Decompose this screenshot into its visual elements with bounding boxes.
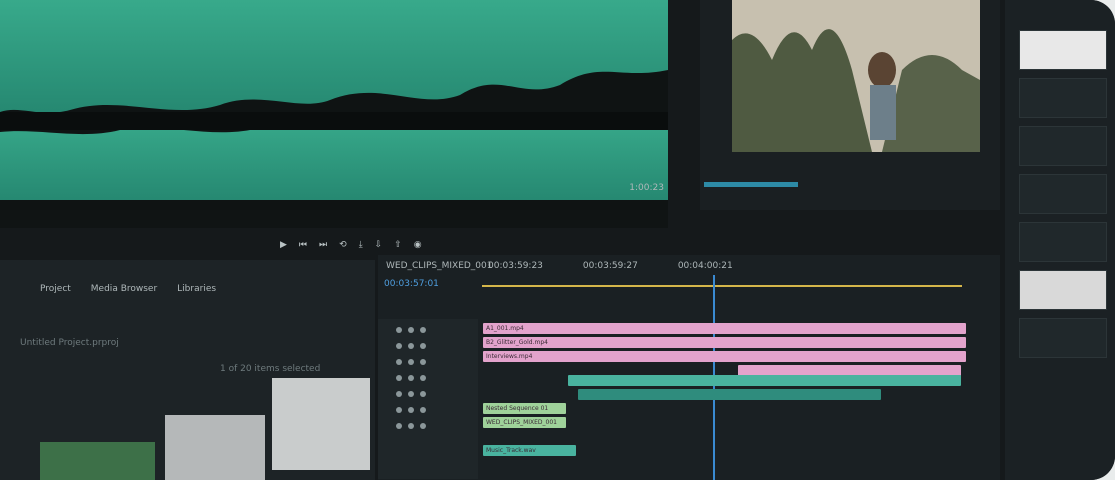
timeline-panel: WED_CLIPS_MIXED_001 00:03:57:01 00:03:59… (378, 255, 1000, 480)
bin-slot[interactable] (1019, 30, 1107, 70)
lift-icon[interactable]: ⇧ (394, 240, 402, 250)
project-panel: Project Media Browser Libraries Untitled… (0, 260, 375, 480)
timeline-clip[interactable] (578, 389, 881, 400)
step-back-icon[interactable]: ⏮ (299, 240, 307, 250)
camera-icon[interactable]: ◉ (414, 240, 422, 250)
editor-screen: 1:00:23 ▶ ⏮ ⏭ ⟲ ⤓ ⇩ ⇧ ◉ Project Media Br… (0, 0, 1115, 480)
play-icon[interactable]: ▶ (280, 240, 287, 250)
scene-trees (732, 0, 980, 152)
project-status: 1 of 20 items selected (220, 364, 321, 374)
transport-bar: ▶ ⏮ ⏭ ⟲ ⤓ ⇩ ⇧ ◉ (280, 235, 480, 255)
current-timecode[interactable]: 00:03:57:01 (384, 279, 439, 289)
step-forward-icon[interactable]: ⏭ (319, 240, 327, 250)
timeline-clip[interactable]: Music_Track.wav (483, 445, 576, 456)
timeline-clip[interactable] (568, 375, 961, 386)
project-tabs: Project Media Browser Libraries (40, 284, 216, 294)
loop-icon[interactable]: ⟲ (339, 240, 347, 250)
bin-slot[interactable] (1019, 222, 1107, 262)
media-thumbnail[interactable] (40, 442, 155, 480)
track-header (378, 339, 492, 353)
libraries-tab[interactable]: Libraries (177, 284, 216, 294)
overwrite-icon[interactable]: ⇩ (375, 240, 383, 250)
ruler-time: 00:04:00:21 (677, 261, 733, 271)
timeline-clip[interactable]: Nested Sequence 01 (483, 403, 566, 414)
track-header (378, 323, 492, 337)
insert-icon[interactable]: ⤓ (359, 240, 363, 250)
sequence-name: WED_CLIPS_MIXED_001 (386, 261, 493, 271)
track-header (378, 403, 492, 417)
bin-slot[interactable] (1019, 174, 1107, 214)
ruler-time: 00:03:59:27 (582, 261, 638, 271)
timeline-clip[interactable]: Interviews.mp4 (483, 351, 966, 362)
media-thumbnail[interactable] (165, 415, 265, 480)
track-header (378, 355, 492, 369)
audio-timecode: 1:00:23 (629, 183, 664, 193)
bin-slot[interactable] (1019, 78, 1107, 118)
media-thumbnail[interactable] (272, 378, 370, 470)
bin-slot[interactable] (1019, 318, 1107, 358)
program-video-frame (732, 0, 980, 152)
timeline-clip[interactable]: B2_Glitter_Gold.mp4 (483, 337, 966, 348)
right-bins-column (1005, 0, 1115, 480)
program-scrubber[interactable] (704, 182, 798, 187)
program-monitor (700, 0, 1000, 210)
project-tab[interactable]: Project (40, 284, 71, 294)
track-headers (378, 319, 478, 479)
track-header (378, 419, 492, 433)
audio-waveform-panel: 1:00:23 (0, 0, 668, 228)
timeline-clip[interactable]: WED_CLIPS_MIXED_001 (483, 417, 566, 428)
track-header (378, 387, 492, 401)
audio-waveform[interactable] (0, 0, 668, 210)
timeline-ruler: 00:03:59:23 00:03:59:27 00:04:00:21 (488, 261, 733, 271)
timeline-clip[interactable]: A1_001.mp4 (483, 323, 966, 334)
bin-slot[interactable] (1019, 270, 1107, 310)
bin-slot[interactable] (1019, 126, 1107, 166)
project-info: Untitled Project.prproj (20, 338, 119, 348)
work-area-bar[interactable] (482, 285, 962, 287)
track-header (378, 371, 492, 385)
ruler-time: 00:03:59:23 (488, 261, 543, 271)
media-browser-tab[interactable]: Media Browser (91, 284, 157, 294)
